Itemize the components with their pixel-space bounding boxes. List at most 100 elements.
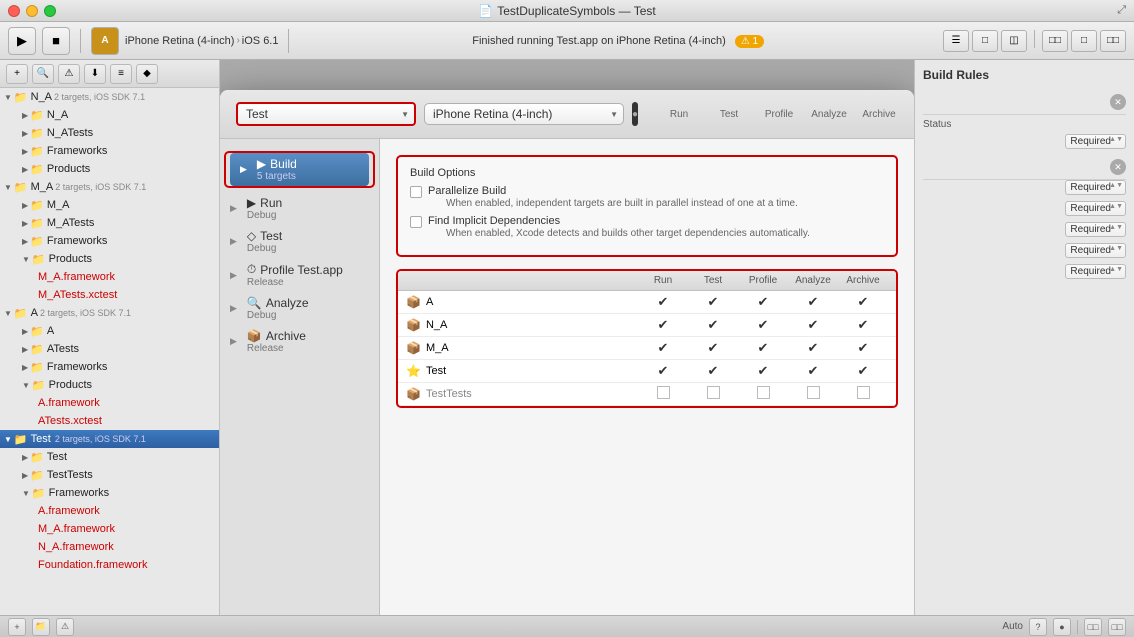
status-dropdown-3[interactable]: Required — [1065, 201, 1126, 216]
hierarchy-button[interactable]: ⬇ — [84, 64, 106, 84]
utilities-left[interactable]: □□ — [1042, 30, 1068, 52]
status-dropdown-2[interactable]: Required — [1065, 180, 1126, 195]
status-dropdown-4[interactable]: Required — [1065, 222, 1126, 237]
sidebar-item-ma-products[interactable]: ▼ 📁 Products — [0, 250, 219, 268]
sidebar-item-test[interactable]: ▶ 📁 Test — [0, 448, 219, 466]
group-test-root[interactable]: ▼ 📁 Test 2 targets, iOS SDK 7.1 — [0, 430, 219, 448]
xcode-icon: A — [91, 27, 119, 55]
sidebar-item-matests-file[interactable]: M_ATests.xctest — [0, 286, 219, 304]
scheme-item-analyze[interactable]: ▶ 🔍 Analyze Debug — [220, 292, 379, 325]
check-ma-analyze[interactable]: ✔ — [788, 340, 838, 356]
sidebar-item-testtests[interactable]: ▶ 📁 TestTests — [0, 466, 219, 484]
status-panel-btn-1[interactable]: □□ — [1084, 618, 1102, 636]
sidebar-item-ma-frameworks[interactable]: ▶ 📁 Frameworks — [0, 232, 219, 250]
status-add-btn[interactable]: + — [8, 618, 26, 636]
check-tt-archive[interactable] — [838, 386, 888, 402]
check-a-profile[interactable]: ✔ — [738, 294, 788, 310]
check-a-analyze[interactable]: ✔ — [788, 294, 838, 310]
check-tt-profile[interactable] — [738, 386, 788, 402]
na-root-sublabel: 2 targets, iOS SDK 7.1 — [54, 92, 145, 102]
stop-button[interactable]: ■ — [42, 27, 70, 55]
sidebar-item-na-frameworks[interactable]: ▶ 📁 Frameworks — [0, 142, 219, 160]
sidebar-item-test-na-fw[interactable]: N_A.framework — [0, 538, 219, 556]
check-a-archive[interactable]: ✔ — [838, 294, 888, 310]
sort-button[interactable]: ≡ — [110, 64, 132, 84]
sidebar-item-test-frameworks[interactable]: ▼ 📁 Frameworks — [0, 484, 219, 502]
run-item-sublabel: Debug — [247, 210, 282, 221]
scheme-item-build[interactable]: ▶ ▶ Build 5 targets — [230, 153, 369, 186]
check-ma-archive[interactable]: ✔ — [838, 340, 888, 356]
group-na-root[interactable]: ▼ 📁 N_A 2 targets, iOS SDK 7.1 — [0, 88, 219, 106]
check-tt-analyze[interactable] — [788, 386, 838, 402]
check-test-run[interactable]: ✔ — [638, 363, 688, 379]
check-na-profile[interactable]: ✔ — [738, 317, 788, 333]
sidebar-item-ma[interactable]: ▶ 📁 M_A — [0, 196, 219, 214]
breakpoints-button[interactable]: ● — [632, 102, 638, 126]
search-button[interactable]: 🔍 — [32, 64, 54, 84]
check-test-analyze[interactable]: ✔ — [788, 363, 838, 379]
sidebar-item-natests[interactable]: ▶ 📁 N_ATests — [0, 124, 219, 142]
sidebar-item-a-frameworks[interactable]: ▶ 📁 Frameworks — [0, 358, 219, 376]
check-ma-run[interactable]: ✔ — [638, 340, 688, 356]
status-folder-btn[interactable]: 📁 — [32, 618, 50, 636]
scheme-selector[interactable]: iPhone Retina (4-inch) › iOS 6.1 — [125, 35, 278, 47]
scheme-item-archive[interactable]: ▶ 📦 Archive Release — [220, 325, 379, 358]
warning-filter[interactable]: ⚠ — [58, 64, 80, 84]
status-dropdown-1[interactable]: Required — [1065, 134, 1126, 149]
add-file-button[interactable]: + — [6, 64, 28, 84]
group-ma-root[interactable]: ▼ 📁 M_A 2 targets, iOS SDK 7.1 — [0, 178, 219, 196]
check-na-test[interactable]: ✔ — [688, 317, 738, 333]
sidebar-item-matests[interactable]: ▶ 📁 M_ATests — [0, 214, 219, 232]
parallelize-checkbox[interactable] — [410, 186, 422, 198]
run-button[interactable]: ▶ — [8, 27, 36, 55]
sidebar-item-a-framework-file[interactable]: A.framework — [0, 394, 219, 412]
close-rule-2[interactable]: ✕ — [1110, 159, 1126, 175]
scheme-item-profile[interactable]: ▶ ⏱ Profile Test.app Release — [220, 258, 379, 292]
check-tt-test[interactable] — [688, 386, 738, 402]
scheme-item-test[interactable]: ▶ ◇ Test Debug — [220, 225, 379, 258]
window-resize-control[interactable]: ⤢ — [1117, 4, 1126, 17]
sidebar-item-na-products[interactable]: ▶ 📁 Products — [0, 160, 219, 178]
status-info-btn[interactable]: ? — [1029, 618, 1047, 636]
check-test-profile[interactable]: ✔ — [738, 363, 788, 379]
navigator-toggle[interactable]: ☰ — [943, 30, 969, 52]
find-implicit-checkbox[interactable] — [410, 216, 422, 228]
maximize-button[interactable] — [44, 5, 56, 17]
sidebar-item-test-ma-fw[interactable]: M_A.framework — [0, 520, 219, 538]
status-dot-btn[interactable]: ● — [1053, 618, 1071, 636]
sidebar-item-ma-framework-file[interactable]: M_A.framework — [0, 268, 219, 286]
sidebar-item-test-foundation-fw[interactable]: Foundation.framework — [0, 556, 219, 574]
assistant-toggle[interactable]: ◫ — [1001, 30, 1027, 52]
status-dropdown-5[interactable]: Required — [1065, 243, 1126, 258]
utilities-right[interactable]: □□ — [1100, 30, 1126, 52]
check-test-archive[interactable]: ✔ — [838, 363, 888, 379]
close-rule-1[interactable]: ✕ — [1110, 94, 1126, 110]
sidebar-item-test-a-fw[interactable]: A.framework — [0, 502, 219, 520]
check-na-analyze[interactable]: ✔ — [788, 317, 838, 333]
status-warning-btn[interactable]: ⚠ — [56, 618, 74, 636]
check-ma-test[interactable]: ✔ — [688, 340, 738, 356]
status-panel-btn-2[interactable]: □□ — [1108, 618, 1126, 636]
scheme-dropdown[interactable]: Test — [236, 102, 416, 126]
minimize-button[interactable] — [26, 5, 38, 17]
check-na-archive[interactable]: ✔ — [838, 317, 888, 333]
status-dropdown-6[interactable]: Required — [1065, 264, 1126, 279]
sidebar-item-na[interactable]: ▶ 📁 N_A — [0, 106, 219, 124]
group-a-root[interactable]: ▼ 📁 A 2 targets, iOS SDK 7.1 — [0, 304, 219, 322]
check-na-run[interactable]: ✔ — [638, 317, 688, 333]
check-test-test[interactable]: ✔ — [688, 363, 738, 379]
check-tt-run[interactable] — [638, 386, 688, 402]
check-a-test[interactable]: ✔ — [688, 294, 738, 310]
sidebar-item-atests-file[interactable]: ATests.xctest — [0, 412, 219, 430]
close-button[interactable] — [8, 5, 20, 17]
sidebar-item-atests[interactable]: ▶ 📁 ATests — [0, 340, 219, 358]
debug-toggle[interactable]: □ — [972, 30, 998, 52]
scheme-item-run[interactable]: ▶ ▶ Run Debug — [220, 192, 379, 225]
sidebar-item-a[interactable]: ▶ 📁 A — [0, 322, 219, 340]
check-a-run[interactable]: ✔ — [638, 294, 688, 310]
utilities-center[interactable]: □ — [1071, 30, 1097, 52]
check-ma-profile[interactable]: ✔ — [738, 340, 788, 356]
sidebar-item-a-products[interactable]: ▼ 📁 Products — [0, 376, 219, 394]
filter-button[interactable]: ◆ — [136, 64, 158, 84]
destination-dropdown[interactable]: iPhone Retina (4-inch) — [424, 103, 624, 125]
